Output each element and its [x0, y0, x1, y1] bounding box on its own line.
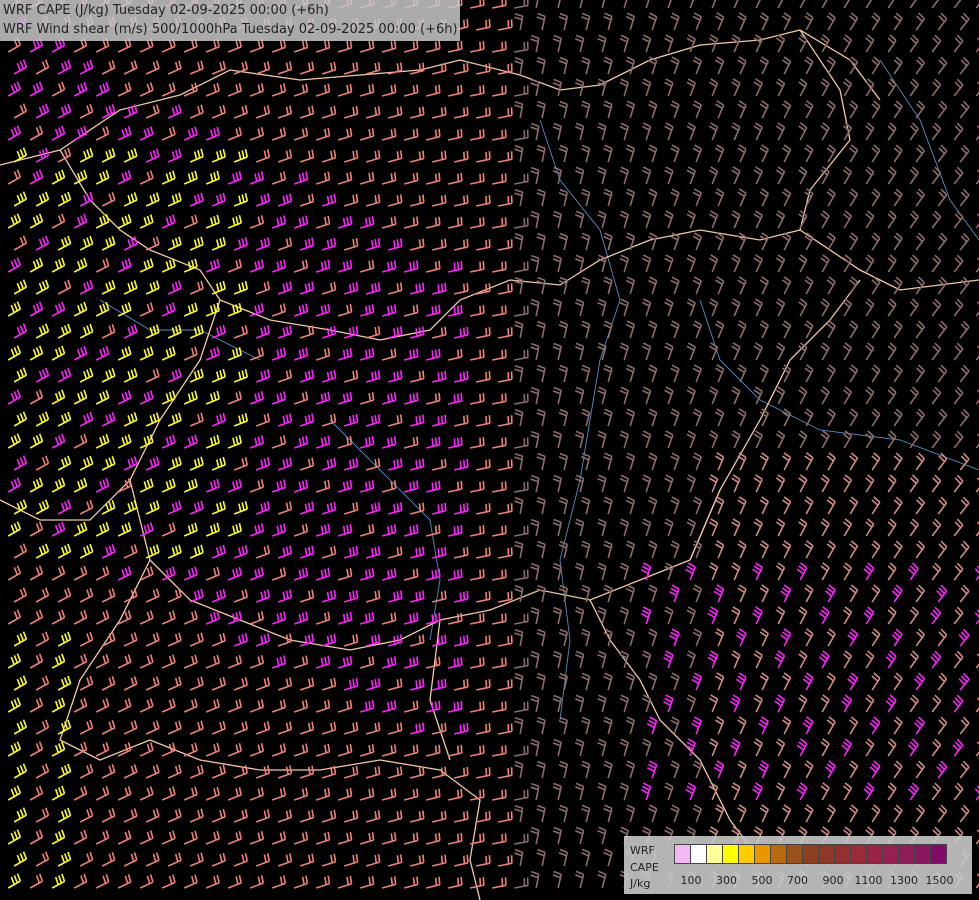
legend-label-unit: J/kg [630, 877, 651, 890]
legend-color-scale [674, 844, 947, 864]
legend-tick-label: 500 [751, 874, 773, 887]
legend-tick-label: 1300 [890, 874, 918, 887]
legend-swatch [834, 844, 851, 864]
legend-swatch [850, 844, 867, 864]
legend-tick-label: 1500 [925, 874, 954, 887]
legend-label-model: WRF [630, 844, 655, 857]
legend-swatch [802, 844, 819, 864]
legend-swatch [722, 844, 739, 864]
legend-swatch [770, 844, 787, 864]
legend-tick-label: 900 [822, 874, 844, 887]
legend-label-variable: CAPE [630, 861, 659, 874]
legend-tick-labels: 100 300 500 700 900 1100 1300 1500 [674, 874, 974, 888]
wind-shear-cape-map [0, 0, 979, 900]
legend-swatch [786, 844, 803, 864]
legend-swatch [674, 844, 691, 864]
legend-swatch [914, 844, 931, 864]
legend-swatch [754, 844, 771, 864]
legend-tick-label: 700 [787, 874, 808, 887]
legend-swatch [866, 844, 883, 864]
title-box: WRF CAPE (J/kg) Tuesday 02-09-2025 00:00… [0, 0, 460, 41]
legend-swatch [738, 844, 755, 864]
legend-swatch [818, 844, 835, 864]
legend-tick-label: 1100 [854, 874, 883, 887]
legend-swatch [882, 844, 899, 864]
cape-title: WRF CAPE (J/kg) Tuesday 02-09-2025 00:00… [3, 3, 329, 18]
legend-swatch [930, 844, 947, 864]
legend-tick-label: 300 [716, 874, 737, 887]
legend-tick-label: 100 [680, 874, 702, 887]
map-background [0, 0, 979, 900]
legend-swatch [706, 844, 723, 864]
wind-shear-title: WRF Wind shear (m/s) 500/1000hPa Tuesday… [3, 22, 458, 37]
cape-legend: WRF CAPE J/kg 100 300 500 700 900 1100 1300 150… [624, 836, 972, 894]
legend-swatch [690, 844, 707, 864]
legend-swatch [898, 844, 915, 864]
